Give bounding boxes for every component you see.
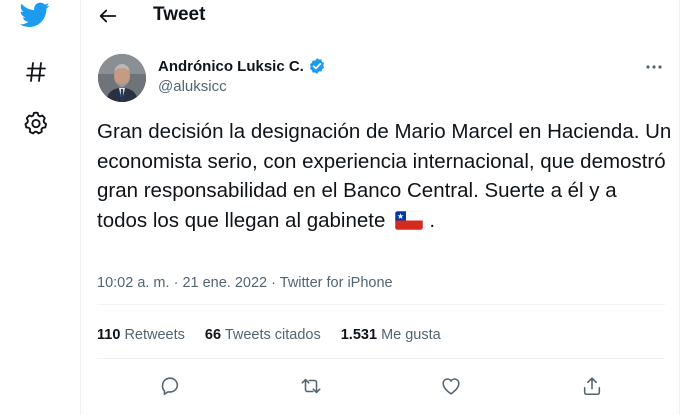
tweet-column: Tweet Andrónico Luksic C. @aluksicc Gran… (80, 0, 680, 415)
likes-stat[interactable]: 1.531 Me gusta (341, 327, 441, 343)
tweet-text: Gran decisión la designación de Mario Ma… (97, 117, 672, 235)
verified-badge-icon (308, 57, 326, 75)
hashtag-icon[interactable] (24, 60, 48, 84)
quotes-label: Tweets citados (224, 327, 321, 343)
avatar[interactable] (98, 54, 146, 102)
tweet-date[interactable]: 21 ene. 2022 (182, 275, 267, 291)
chile-flag-emoji-icon (395, 210, 424, 230)
divider (97, 304, 665, 305)
settings-gear-icon[interactable] (23, 110, 49, 136)
likes-count: 1.531 (340, 327, 378, 343)
retweets-count: 110 (97, 327, 121, 343)
divider (97, 358, 665, 359)
tweet-stats: 110 Retweets 66 Tweets citados 1.531 Me … (97, 327, 461, 343)
tweet-text-end: . (429, 208, 436, 232)
meta-separator: · (271, 275, 276, 291)
more-options-icon[interactable] (643, 58, 665, 76)
tweet-metadata: 10:02 a. m. · 21 ene. 2022 · Twitter for… (97, 275, 393, 291)
left-nav (0, 0, 78, 415)
tweet-source[interactable]: Twitter for iPhone (280, 275, 393, 291)
quotes-stat[interactable]: 66 Tweets citados (205, 327, 321, 343)
author-name-row: Andrónico Luksic C. (158, 57, 326, 75)
page-title: Tweet (153, 4, 206, 25)
retweet-icon[interactable] (300, 375, 322, 397)
author-handle[interactable]: @aluksicc (158, 78, 227, 95)
author-name[interactable]: Andrónico Luksic C. (158, 58, 304, 75)
arrow-left-icon[interactable] (97, 5, 119, 27)
likes-label: Me gusta (381, 327, 441, 343)
share-icon[interactable] (581, 375, 603, 397)
twitter-logo-icon[interactable] (20, 2, 50, 28)
meta-separator: · (173, 275, 179, 291)
retweets-label: Retweets (124, 327, 185, 343)
like-icon[interactable] (440, 375, 462, 397)
page-header: Tweet (81, 0, 681, 34)
retweets-stat[interactable]: 110 Retweets (97, 327, 185, 343)
tweet-body: Gran decisión la designación de Mario Ma… (97, 120, 672, 232)
reply-icon[interactable] (159, 375, 181, 397)
tweet-time[interactable]: 10:02 a. m. (97, 275, 170, 291)
quotes-count: 66 (204, 327, 222, 343)
